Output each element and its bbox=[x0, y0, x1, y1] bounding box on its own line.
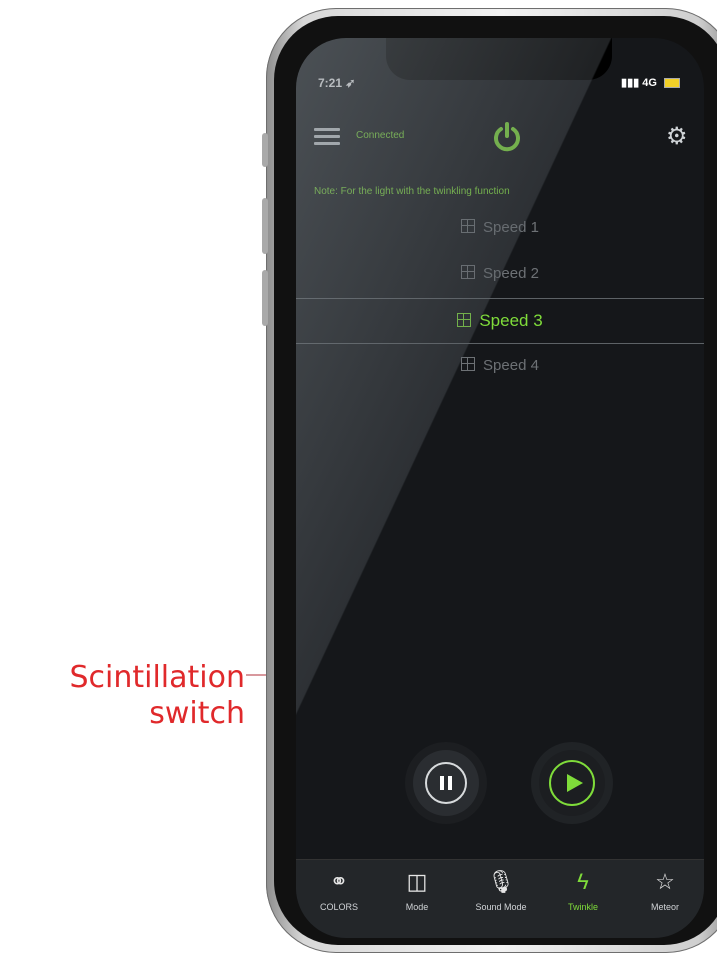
speed-option-2[interactable]: Speed 2 bbox=[296, 252, 704, 296]
phone-bezel: 7:21 ➶ ▮▮▮ 4G Connected ⚙ Note: For the … bbox=[274, 16, 717, 945]
play-icon bbox=[549, 760, 595, 806]
grid-icon bbox=[457, 313, 472, 327]
play-button[interactable] bbox=[539, 750, 605, 816]
lightning-icon: ϟ bbox=[577, 869, 589, 894]
network-label: 4G bbox=[642, 77, 657, 89]
power-icon[interactable] bbox=[491, 120, 523, 152]
pause-icon bbox=[425, 762, 467, 804]
mode-icon: ◫ bbox=[406, 869, 428, 894]
signal-icon: ▮▮▮ bbox=[621, 77, 640, 89]
status-time: 7:21 ➶ bbox=[318, 76, 356, 90]
colors-icon: ⚭ bbox=[329, 869, 349, 894]
tab-sound-mode[interactable]: 🎙 Sound Mode bbox=[466, 868, 536, 912]
app-header: Connected ⚙ bbox=[296, 110, 704, 162]
tab-colors[interactable]: ⚭ COLORS bbox=[304, 868, 374, 912]
speed-option-1[interactable]: Speed 1 bbox=[296, 206, 704, 250]
speed-option-3[interactable]: Speed 3 bbox=[296, 298, 704, 344]
grid-icon bbox=[461, 265, 476, 279]
bottom-tab-bar: ⚭ COLORS ◫ Mode 🎙 Sound Mode ϟ Twinkle ☆ bbox=[296, 859, 704, 938]
battery-icon bbox=[664, 78, 680, 89]
microphone-icon: 🎙 bbox=[487, 869, 515, 894]
callout-line-1: Scintillation bbox=[69, 660, 245, 695]
info-note: Note: For the light with the twinkling f… bbox=[314, 186, 510, 197]
tab-meteor[interactable]: ☆ Meteor bbox=[630, 868, 700, 912]
grid-icon bbox=[461, 219, 476, 233]
callout-label: Scintillation switch bbox=[40, 660, 245, 732]
app-screen: 7:21 ➶ ▮▮▮ 4G Connected ⚙ Note: For the … bbox=[296, 38, 704, 938]
pause-button[interactable] bbox=[413, 750, 479, 816]
volume-down-button bbox=[262, 270, 268, 326]
tab-mode[interactable]: ◫ Mode bbox=[382, 868, 452, 912]
star-icon: ☆ bbox=[655, 869, 675, 894]
tab-label: Sound Mode bbox=[475, 902, 527, 912]
screen-reflection bbox=[296, 38, 704, 938]
tab-label: Mode bbox=[405, 902, 429, 912]
grid-icon bbox=[461, 357, 476, 371]
menu-icon[interactable] bbox=[314, 124, 340, 150]
connection-status: Connected bbox=[356, 130, 405, 141]
gear-icon[interactable]: ⚙ bbox=[666, 124, 692, 150]
tab-label: Twinkle bbox=[567, 902, 598, 912]
tab-twinkle[interactable]: ϟ Twinkle bbox=[548, 868, 618, 912]
mute-switch bbox=[262, 133, 268, 167]
tab-label: COLORS bbox=[319, 902, 358, 912]
speed-option-4[interactable]: Speed 4 bbox=[296, 344, 704, 388]
status-indicators: ▮▮▮ 4G bbox=[621, 76, 680, 89]
tab-label: Meteor bbox=[650, 902, 679, 912]
callout-line-2: switch bbox=[149, 696, 245, 731]
notch bbox=[386, 38, 612, 80]
volume-up-button bbox=[262, 198, 268, 254]
phone-frame: 7:21 ➶ ▮▮▮ 4G Connected ⚙ Note: For the … bbox=[262, 8, 717, 953]
